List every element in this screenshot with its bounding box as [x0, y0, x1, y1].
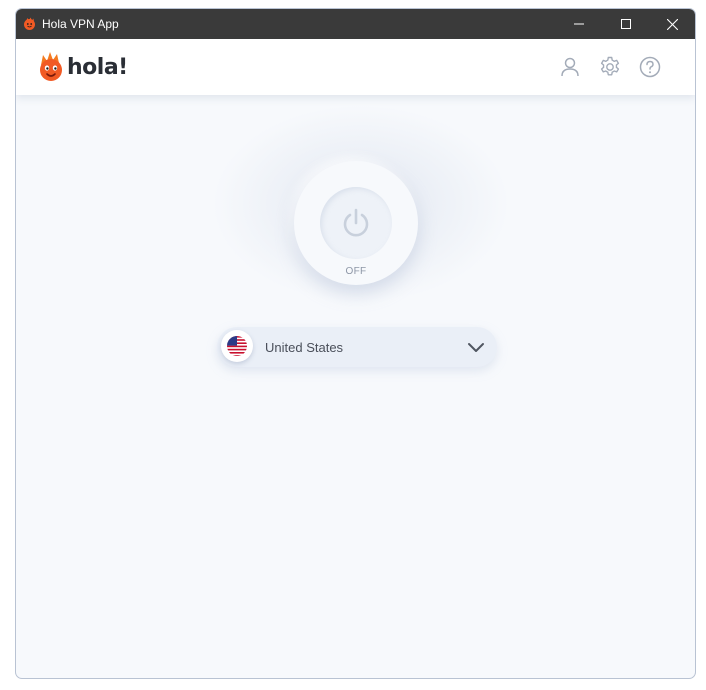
window-title: Hola VPN App [42, 17, 119, 31]
user-icon[interactable] [558, 55, 582, 79]
us-flag-icon [221, 330, 253, 362]
country-name: United States [265, 340, 344, 355]
minimize-button[interactable] [556, 9, 602, 39]
maximize-button[interactable] [603, 9, 649, 39]
power-button-core[interactable] [320, 187, 392, 259]
logo-wordmark: hola! [67, 54, 128, 80]
hola-logo: hola! [38, 51, 128, 83]
app-header: hola! [16, 39, 695, 95]
hola-app-icon [24, 17, 35, 30]
close-button[interactable] [649, 9, 695, 39]
gear-icon[interactable] [598, 55, 622, 79]
app-window: Hola VPN App hola! OFF United States [15, 8, 696, 679]
help-icon[interactable] [638, 55, 662, 79]
close-icon [666, 18, 678, 30]
chevron-down-icon[interactable] [467, 339, 485, 355]
power-status-label: OFF [345, 266, 367, 277]
title-bar[interactable]: Hola VPN App [16, 9, 695, 39]
flame-mascot-icon [40, 52, 62, 81]
minimize-icon [574, 23, 584, 25]
power-icon [343, 208, 369, 237]
country-selector[interactable]: United States [217, 327, 497, 367]
maximize-icon [621, 19, 631, 29]
power-toggle-button[interactable]: OFF [294, 161, 418, 285]
